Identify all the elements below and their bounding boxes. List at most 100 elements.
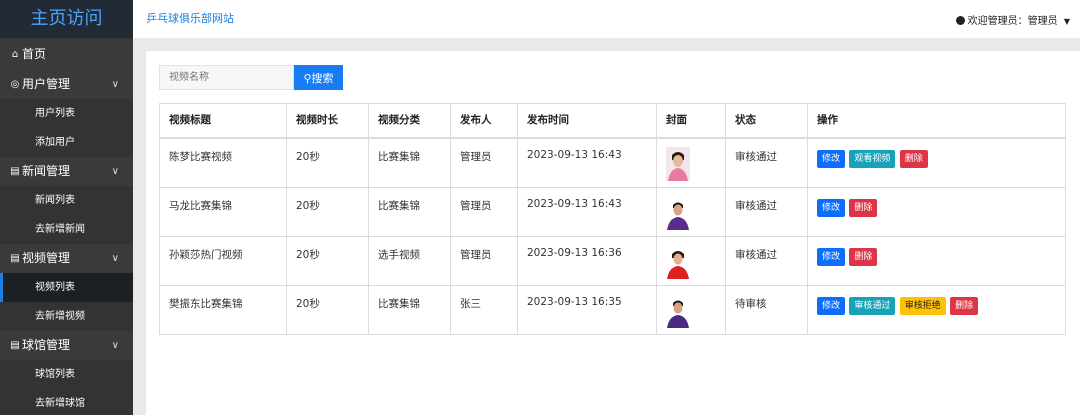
user-icon: ◎ xyxy=(10,79,20,90)
cell-publisher: 管理员 xyxy=(450,186,518,237)
top-bar: 乒乓球俱乐部网站 欢迎管理员：管理员 ▼ xyxy=(133,0,1080,38)
cell-title: 孙颖莎热门视频 xyxy=(159,235,287,286)
header-category: 视频分类 xyxy=(368,103,451,139)
sidebar-item-label: 视频管理 xyxy=(22,251,71,265)
sidebar-item-add-venue[interactable]: 去新增球馆 xyxy=(0,389,133,415)
cell-title: 陈梦比赛视频 xyxy=(159,137,287,188)
chevron-down-icon: ∨ xyxy=(111,253,119,264)
sidebar-item-home[interactable]: ⌂ 首页 xyxy=(0,40,133,70)
cell-publisher: 管理员 xyxy=(450,235,518,286)
cell-actions: 修改 审核通过 审核拒绝 删除 xyxy=(807,284,1066,335)
video-name-search-input[interactable] xyxy=(159,65,294,90)
table-row: 陈梦比赛视频 20秒 比赛集锦 管理员 2023-09-13 16:43 审核通… xyxy=(159,137,1066,188)
header-title: 视频标题 xyxy=(159,103,287,139)
cell-category: 比赛集锦 xyxy=(368,186,451,237)
sidebar-item-label: 新闻管理 xyxy=(22,164,71,178)
delete-button[interactable]: 删除 xyxy=(849,198,878,217)
cell-time: 2023-09-13 16:36 xyxy=(517,235,657,286)
search-button-label: 搜索 xyxy=(311,71,334,85)
cell-title: 马龙比赛集锦 xyxy=(159,186,287,237)
sidebar-brand[interactable]: 主页访问 xyxy=(0,0,133,38)
sidebar-item-label: 用户管理 xyxy=(22,77,71,91)
site-name-link[interactable]: 乒乓球俱乐部网站 xyxy=(146,10,234,26)
sidebar-group-videos[interactable]: ▤ 视频管理 ∨ xyxy=(0,244,133,273)
user-menu[interactable]: 欢迎管理员：管理员 ▼ xyxy=(955,12,1070,27)
cell-status: 审核通过 xyxy=(725,235,808,286)
cell-title: 樊振东比赛集锦 xyxy=(159,284,287,335)
sidebar-item-add-video[interactable]: 去新增视频 xyxy=(0,302,133,331)
header-time: 发布时间 xyxy=(517,103,657,139)
cell-category: 选手视频 xyxy=(368,235,451,286)
header-duration: 视频时长 xyxy=(286,103,369,139)
header-publisher: 发布人 xyxy=(450,103,518,139)
delete-button[interactable]: 删除 xyxy=(849,247,878,266)
sidebar-item-add-news[interactable]: 去新增新闻 xyxy=(0,215,133,244)
edit-button[interactable]: 修改 xyxy=(817,198,846,217)
cell-publisher: 管理员 xyxy=(450,137,518,188)
cell-category: 比赛集锦 xyxy=(368,284,451,335)
cover-thumbnail xyxy=(666,147,690,181)
cell-publisher: 张三 xyxy=(450,284,518,335)
cell-time: 2023-09-13 16:43 xyxy=(517,137,657,188)
document-icon: ▤ xyxy=(10,340,20,351)
cell-status: 审核通过 xyxy=(725,186,808,237)
cell-duration: 20秒 xyxy=(286,284,369,335)
cell-cover xyxy=(656,137,726,188)
cell-duration: 20秒 xyxy=(286,235,369,286)
chevron-down-icon: ∨ xyxy=(111,166,119,177)
cell-duration: 20秒 xyxy=(286,137,369,188)
table-header-row: 视频标题 视频时长 视频分类 发布人 发布时间 封面 状态 操作 xyxy=(159,103,1066,139)
sidebar-group-users[interactable]: ◎ 用户管理 ∨ xyxy=(0,70,133,99)
cover-thumbnail xyxy=(666,244,690,279)
cell-actions: 修改 观看视频 删除 xyxy=(807,137,1066,188)
cell-cover xyxy=(656,284,726,335)
cell-time: 2023-09-13 16:43 xyxy=(517,186,657,237)
home-icon: ⌂ xyxy=(11,49,19,60)
cell-duration: 20秒 xyxy=(286,186,369,237)
sidebar-item-venue-list[interactable]: 球馆列表 xyxy=(0,360,133,389)
sidebar-item-add-user[interactable]: 添加用户 xyxy=(0,128,133,157)
chevron-down-icon: ∨ xyxy=(111,340,119,351)
cell-actions: 修改 删除 xyxy=(807,186,1066,237)
sidebar-item-user-list[interactable]: 用户列表 xyxy=(0,99,133,128)
delete-button[interactable]: 删除 xyxy=(899,150,928,168)
chevron-down-icon: ∨ xyxy=(111,79,119,90)
table-row: 孙颖莎热门视频 20秒 选手视频 管理员 2023-09-13 16:36 审核… xyxy=(159,235,1066,286)
cell-category: 比赛集锦 xyxy=(368,137,451,188)
sidebar-group-venues[interactable]: ▤ 球馆管理 ∨ xyxy=(0,331,133,360)
search-icon: ⚲ xyxy=(303,71,312,85)
table-row: 樊振东比赛集锦 20秒 比赛集锦 张三 2023-09-13 16:35 待审核… xyxy=(159,284,1066,335)
cell-cover xyxy=(656,186,726,237)
cell-time: 2023-09-13 16:35 xyxy=(517,284,657,335)
document-icon: ▤ xyxy=(10,253,20,264)
edit-button[interactable]: 修改 xyxy=(817,296,846,315)
caret-down-icon: ▼ xyxy=(1063,17,1070,26)
sidebar-group-news[interactable]: ▤ 新闻管理 ∨ xyxy=(0,157,133,186)
cell-actions: 修改 删除 xyxy=(807,235,1066,286)
edit-button[interactable]: 修改 xyxy=(817,247,846,266)
sidebar-item-label: 球馆管理 xyxy=(22,338,71,352)
header-actions: 操作 xyxy=(807,103,1066,139)
search-button[interactable]: ⚲搜索 xyxy=(294,65,343,90)
cell-status: 审核通过 xyxy=(725,137,808,188)
cell-status: 待审核 xyxy=(725,284,808,335)
header-cover: 封面 xyxy=(656,103,726,139)
sidebar: 主页访问 ⌂ 首页 ◎ 用户管理 ∨ 用户列表 添加用户 ▤ 新闻管理 ∨ 新闻… xyxy=(0,0,133,415)
user-greeting: 欢迎管理员：管理员 xyxy=(967,16,1058,27)
sidebar-item-label: 首页 xyxy=(22,47,47,61)
cover-thumbnail xyxy=(666,195,690,230)
reject-button[interactable]: 审核拒绝 xyxy=(899,296,946,315)
edit-button[interactable]: 修改 xyxy=(817,150,846,168)
sidebar-item-video-list[interactable]: 视频列表 xyxy=(0,273,133,302)
sidebar-item-news-list[interactable]: 新闻列表 xyxy=(0,186,133,215)
table-row: 马龙比赛集锦 20秒 比赛集锦 管理员 2023-09-13 16:43 审核通… xyxy=(159,186,1066,237)
video-table: 视频标题 视频时长 视频分类 发布人 发布时间 封面 状态 操作 陈梦比赛视频 … xyxy=(159,103,1066,335)
cell-cover xyxy=(656,235,726,286)
cover-thumbnail xyxy=(666,293,690,328)
header-status: 状态 xyxy=(725,103,808,139)
approve-button[interactable]: 审核通过 xyxy=(849,296,896,315)
delete-button[interactable]: 删除 xyxy=(950,296,979,315)
user-avatar-icon xyxy=(955,16,965,25)
document-icon: ▤ xyxy=(10,166,20,177)
watch-video-button[interactable]: 观看视频 xyxy=(849,150,896,168)
